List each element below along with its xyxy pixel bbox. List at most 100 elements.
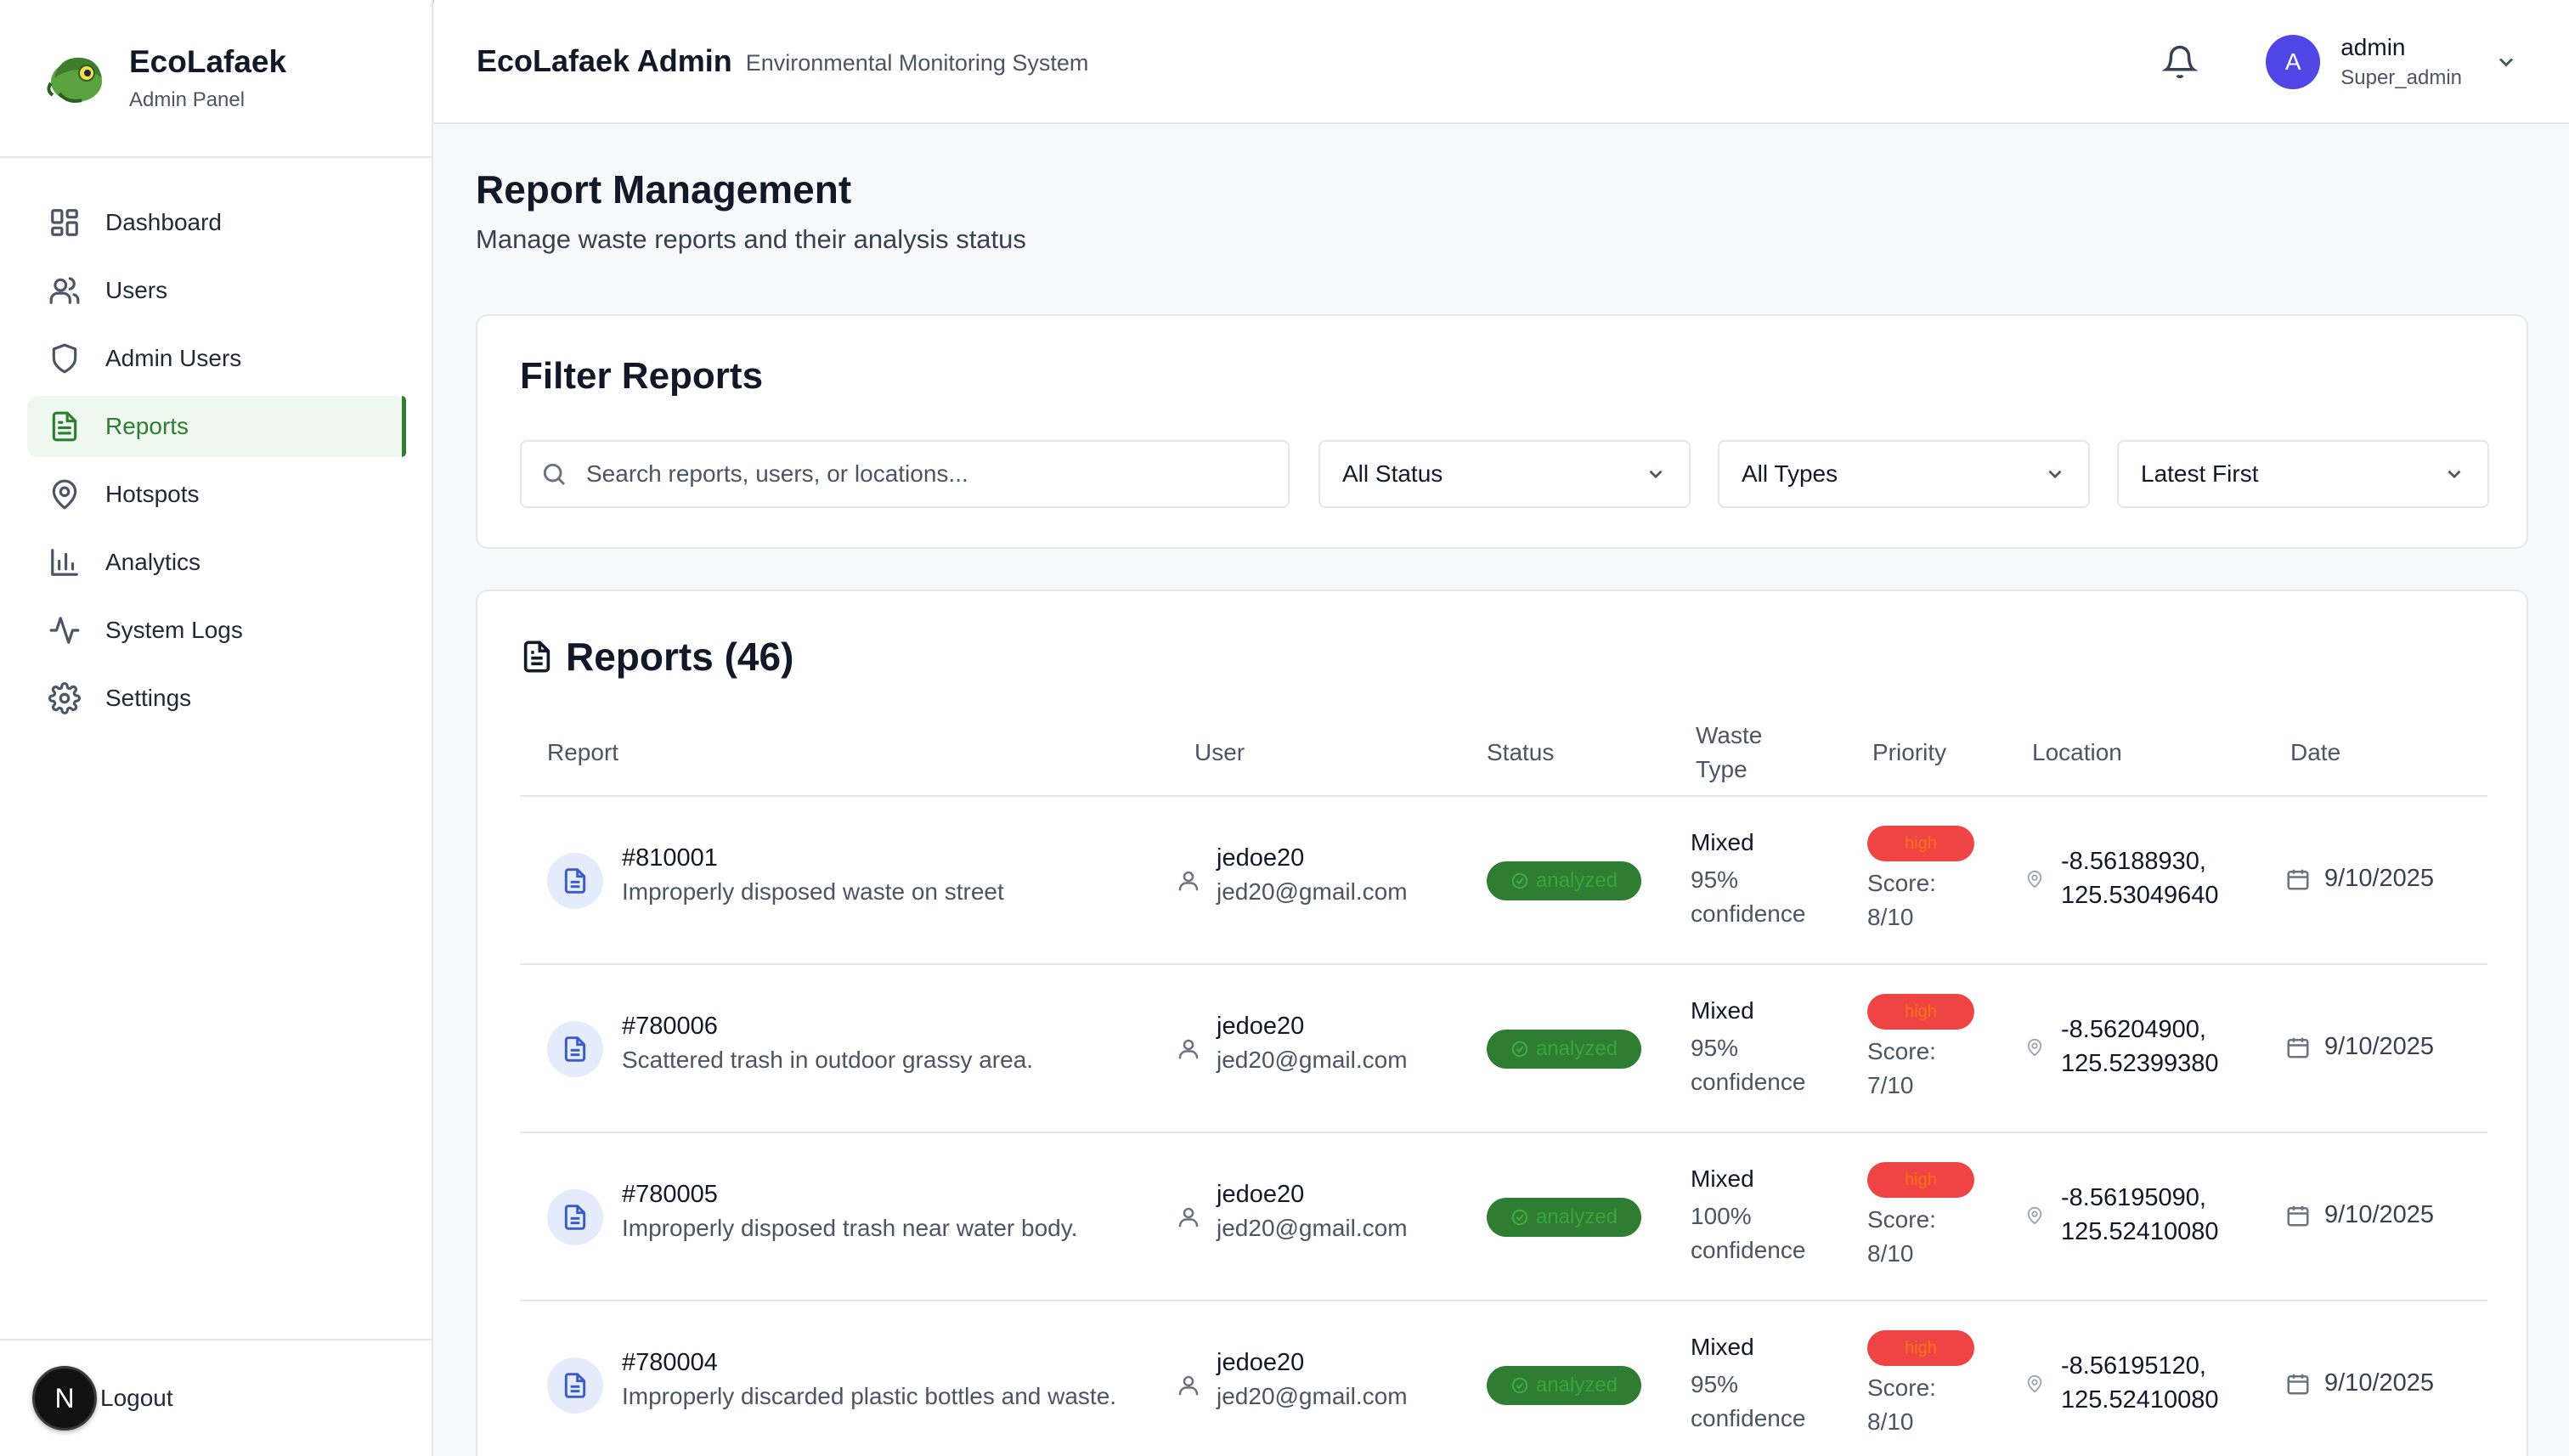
latitude: -8.56195090, bbox=[2061, 1184, 2206, 1211]
status-select-value: All Status bbox=[1342, 460, 1443, 487]
report-description: Improperly disposed waste on street bbox=[622, 878, 1004, 905]
longitude: 125.52410080 bbox=[2061, 1386, 2219, 1414]
report-date: 9/10/2025 bbox=[2324, 865, 2435, 892]
status-badge-label: analyzed bbox=[1535, 1037, 1618, 1060]
status-badge: analyzed bbox=[1487, 1198, 1641, 1237]
location-coordinates: -8.56204900, 125.52399380 bbox=[2061, 1013, 2218, 1081]
file-text-icon bbox=[48, 409, 82, 443]
waste-type: Mixed bbox=[1691, 1165, 1754, 1192]
user-menu[interactable]: admin Super_admin bbox=[2340, 34, 2462, 90]
bar-chart-icon bbox=[48, 545, 82, 579]
user-icon bbox=[1176, 868, 1201, 894]
col-header-waste-type[interactable]: Waste Type bbox=[1696, 719, 1762, 787]
longitude: 125.52399380 bbox=[2061, 1050, 2219, 1077]
filter-title: Filter Reports bbox=[520, 355, 764, 397]
sidebar-item-system-logs[interactable]: System Logs bbox=[27, 600, 406, 661]
logout-button[interactable]: Logout bbox=[100, 1385, 173, 1412]
avatar[interactable]: A bbox=[2266, 35, 2321, 89]
chevron-down-icon bbox=[2048, 470, 2062, 479]
check-circle-icon bbox=[1511, 1377, 1528, 1394]
page-title: Report Management bbox=[476, 167, 852, 212]
status-badge-label: analyzed bbox=[1535, 869, 1618, 892]
report-id[interactable]: #780004 bbox=[622, 1349, 718, 1377]
app-subtitle: Environmental Monitoring System bbox=[745, 49, 1089, 76]
table-row[interactable]: #810001 Improperly disposed waste on str… bbox=[520, 797, 2487, 965]
brand-subtitle: Admin Panel bbox=[129, 88, 246, 111]
location-coordinates: -8.56188930, 125.53049640 bbox=[2061, 844, 2218, 912]
table-row[interactable]: #780006 Scattered trash in outdoor grass… bbox=[520, 965, 2487, 1133]
app-title: EcoLafaek Admin bbox=[477, 43, 732, 78]
table-row[interactable]: #780005 Improperly disposed trash near w… bbox=[520, 1133, 2487, 1301]
col-header-location[interactable]: Location bbox=[2032, 736, 2122, 770]
dashboard-icon bbox=[48, 206, 82, 240]
priority-score: Score: 8/10 bbox=[1867, 1206, 1936, 1267]
header-actions: A admin Super_admin bbox=[2161, 0, 2569, 124]
report-user-email: jed20@gmail.com bbox=[1217, 1047, 1408, 1073]
report-id[interactable]: #810001 bbox=[622, 844, 718, 872]
report-description: Improperly discarded plastic bottles and… bbox=[622, 1383, 1117, 1409]
waste-confidence: 100% confidence bbox=[1691, 1203, 1806, 1263]
check-circle-icon bbox=[1511, 1041, 1528, 1058]
report-doc-icon bbox=[547, 853, 603, 909]
latitude: -8.56204900, bbox=[2061, 1016, 2206, 1043]
map-pin-icon bbox=[48, 477, 82, 511]
report-date: 9/10/2025 bbox=[2324, 1033, 2435, 1060]
sidebar-item-users[interactable]: Users bbox=[27, 260, 406, 321]
activity-icon bbox=[48, 613, 82, 647]
sidebar-footer: N Logout bbox=[0, 1339, 432, 1456]
col-header-report[interactable]: Report bbox=[547, 736, 618, 770]
sidebar-item-label: Analytics bbox=[105, 549, 201, 575]
sidebar-nav: Dashboard Users Admin Users Reports Hots… bbox=[0, 158, 432, 729]
sidebar-item-label: Users bbox=[105, 277, 168, 303]
search-icon bbox=[543, 463, 566, 486]
search-box[interactable] bbox=[520, 440, 1290, 508]
bell-icon[interactable] bbox=[2161, 44, 2199, 80]
user-role: Super_admin bbox=[2340, 66, 2462, 89]
gear-icon bbox=[48, 681, 82, 715]
sort-select[interactable]: Latest First bbox=[2117, 440, 2489, 508]
status-badge: analyzed bbox=[1487, 861, 1641, 900]
chevron-down-icon bbox=[2448, 470, 2461, 479]
chevron-down-icon[interactable] bbox=[2494, 50, 2518, 74]
calendar-icon bbox=[2285, 866, 2312, 894]
report-user-name: jedoe20 bbox=[1217, 844, 1305, 872]
type-select[interactable]: All Types bbox=[1718, 440, 2090, 508]
sidebar-item-settings[interactable]: Settings bbox=[27, 668, 406, 729]
report-user-name: jedoe20 bbox=[1217, 1349, 1305, 1376]
report-id[interactable]: #780005 bbox=[622, 1181, 718, 1209]
priority-badge: high bbox=[1867, 826, 1974, 861]
shield-icon bbox=[48, 341, 82, 375]
col-header-priority[interactable]: Priority bbox=[1872, 736, 1946, 770]
search-input[interactable] bbox=[586, 460, 1266, 488]
map-pin-icon bbox=[2025, 1374, 2046, 1395]
status-badge-label: analyzed bbox=[1535, 1374, 1618, 1397]
col-header-date[interactable]: Date bbox=[2290, 736, 2340, 770]
sidebar-item-hotspots[interactable]: Hotspots bbox=[27, 464, 406, 525]
priority-badge: high bbox=[1867, 994, 1974, 1030]
sidebar-item-admin-users[interactable]: Admin Users bbox=[27, 328, 406, 389]
chameleon-logo-icon bbox=[42, 44, 110, 112]
latitude: -8.56188930, bbox=[2061, 848, 2206, 875]
n-avatar-badge[interactable]: N bbox=[32, 1366, 97, 1431]
users-icon bbox=[48, 274, 82, 308]
report-doc-icon bbox=[547, 1189, 603, 1245]
sidebar-item-label: Admin Users bbox=[105, 345, 242, 371]
waste-type: Mixed bbox=[1691, 1334, 1754, 1360]
col-header-status[interactable]: Status bbox=[1487, 736, 1554, 770]
calendar-icon bbox=[2285, 1035, 2312, 1062]
report-user-email: jed20@gmail.com bbox=[1217, 1383, 1408, 1409]
report-user-email: jed20@gmail.com bbox=[1217, 1215, 1408, 1241]
sidebar-item-reports[interactable]: Reports bbox=[27, 396, 406, 457]
user-name: admin bbox=[2340, 34, 2406, 60]
map-pin-icon bbox=[2025, 870, 2046, 890]
status-select[interactable]: All Status bbox=[1318, 440, 1691, 508]
report-description: Scattered trash in outdoor grassy area. bbox=[622, 1047, 1034, 1073]
report-date: 9/10/2025 bbox=[2324, 1201, 2435, 1228]
report-doc-icon bbox=[547, 1021, 603, 1077]
table-row[interactable]: #780004 Improperly discarded plastic bot… bbox=[520, 1301, 2487, 1456]
col-header-user[interactable]: User bbox=[1194, 736, 1245, 770]
col-header-waste-type-line1: Waste bbox=[1696, 722, 1763, 748]
sidebar-item-dashboard[interactable]: Dashboard bbox=[27, 192, 406, 253]
sidebar-item-analytics[interactable]: Analytics bbox=[27, 532, 406, 593]
report-id[interactable]: #780006 bbox=[622, 1013, 718, 1041]
